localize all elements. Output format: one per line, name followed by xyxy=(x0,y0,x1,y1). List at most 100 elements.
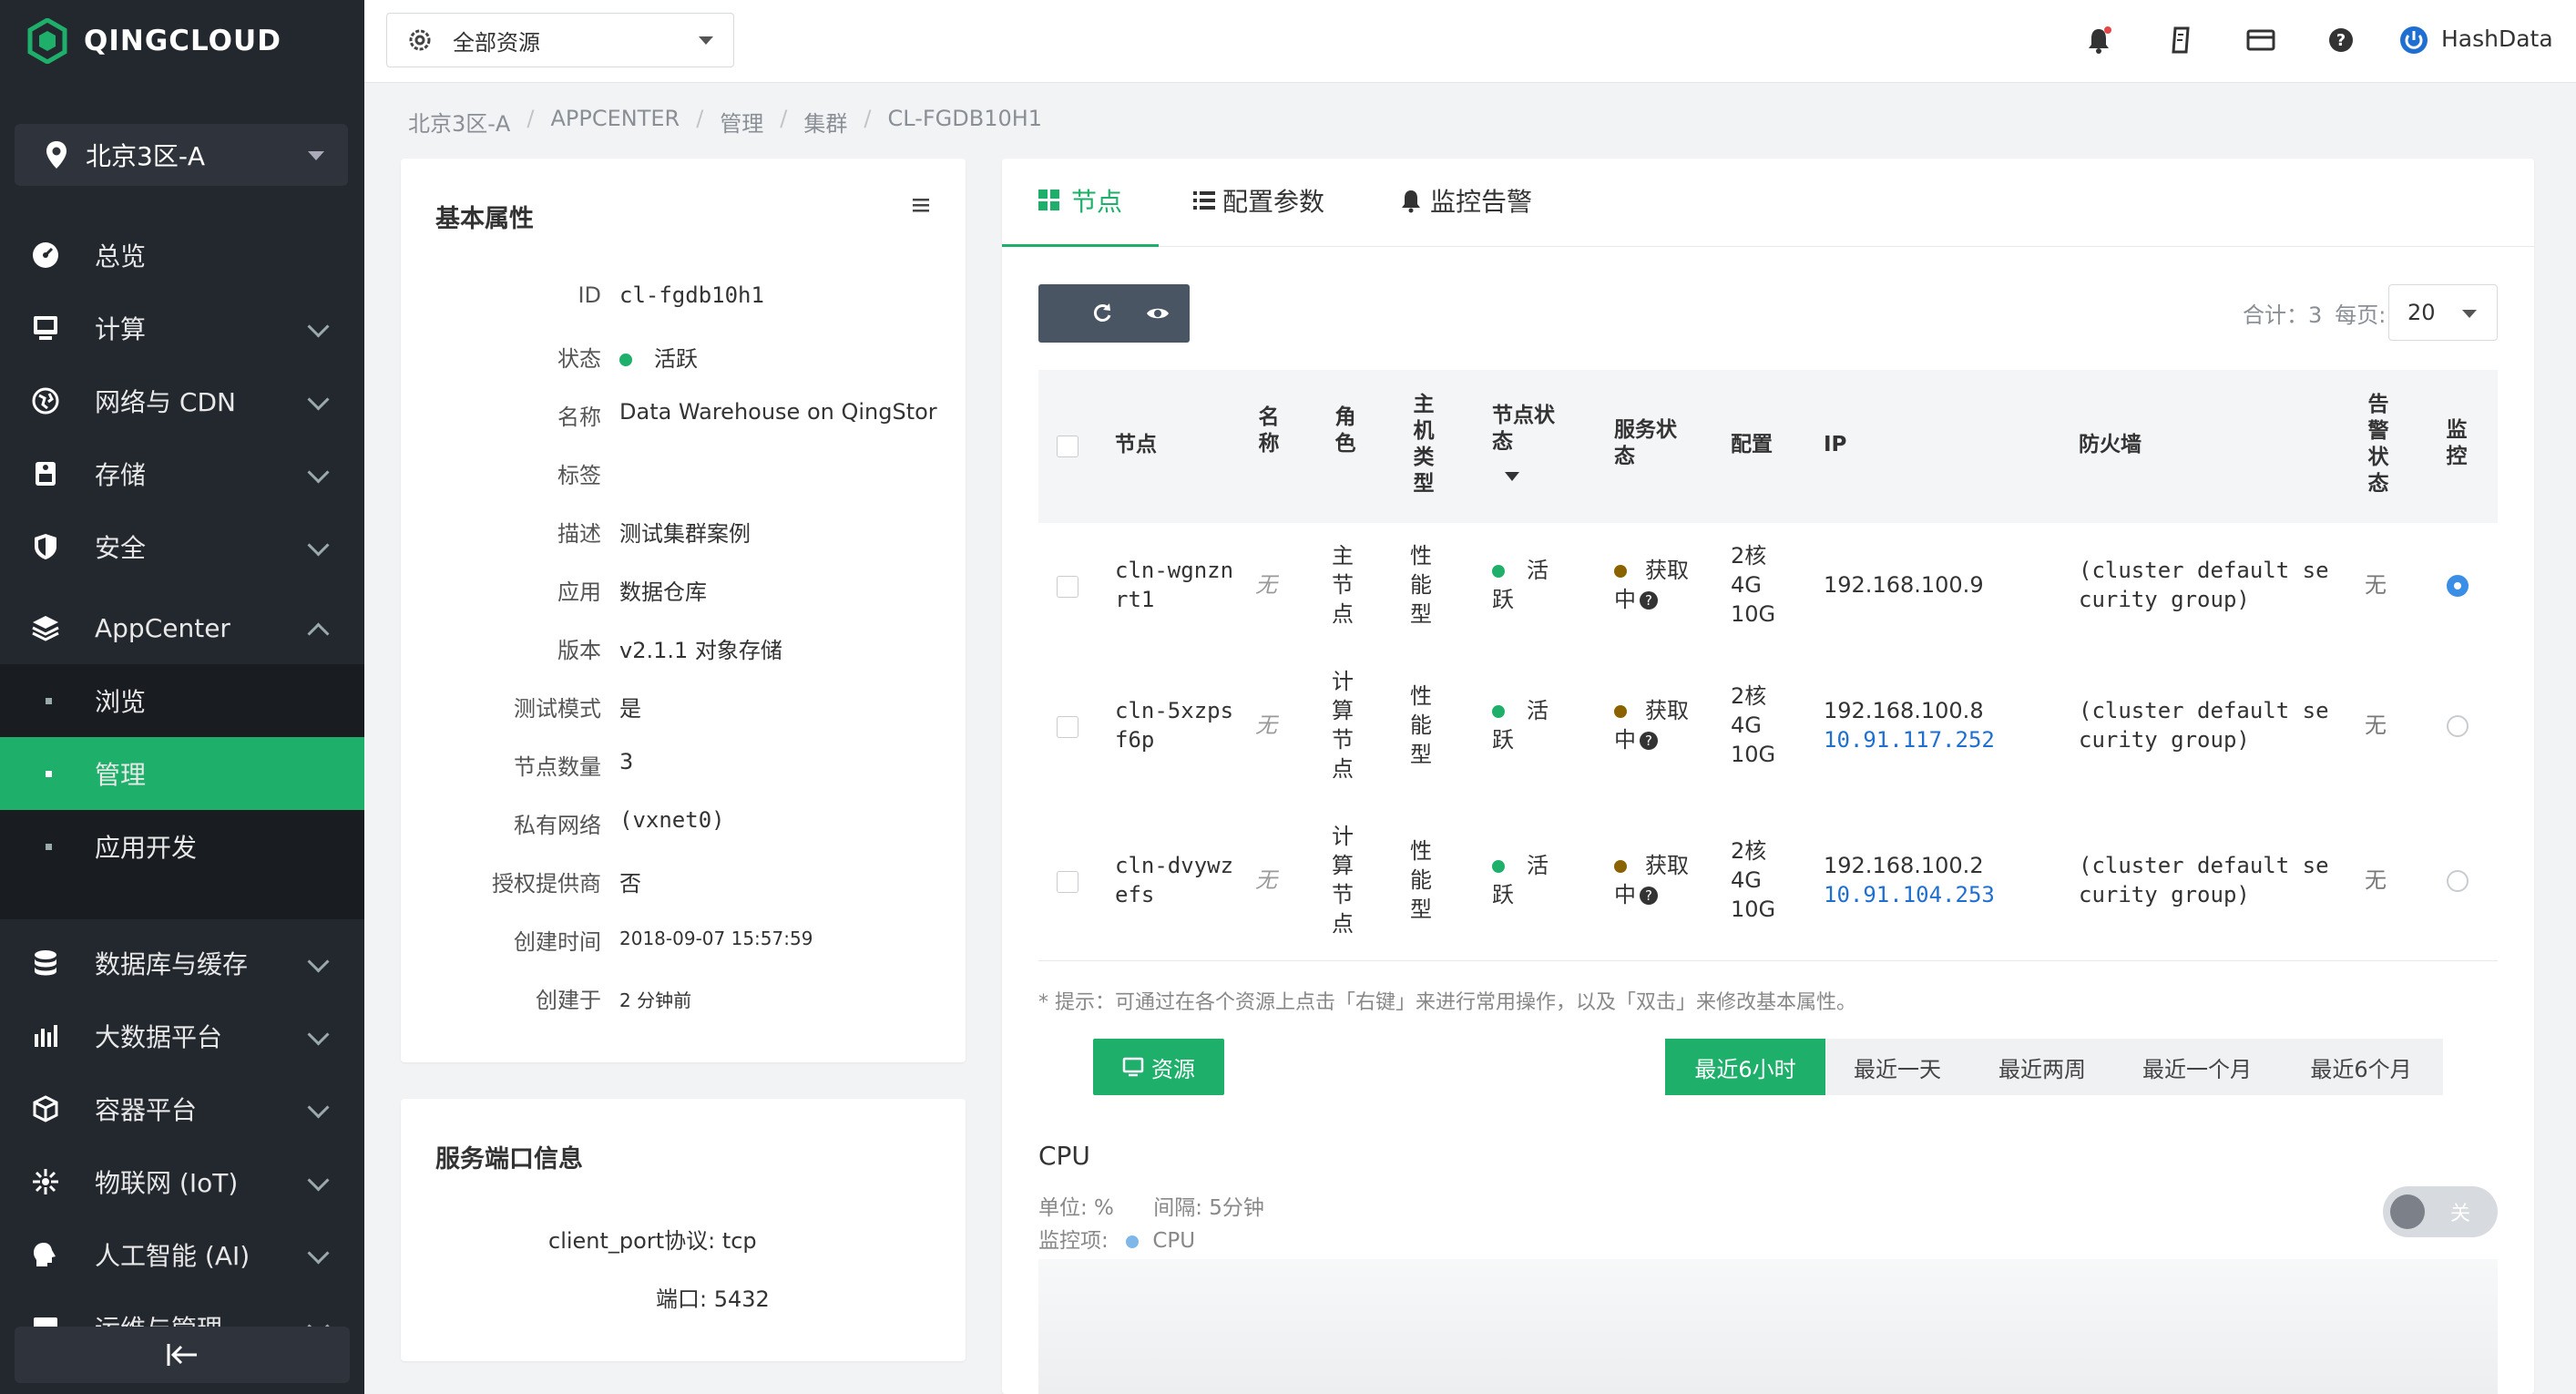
monitor-item-name: CPU xyxy=(1152,1229,1196,1253)
nav-item-overview[interactable]: 总览 xyxy=(0,219,364,292)
breadcrumb-item[interactable]: APPCENTER xyxy=(550,106,680,138)
node-ip: 192.168.100.8 10.91.117.252 xyxy=(1824,696,1995,754)
help-icon[interactable]: ? xyxy=(1640,732,1658,750)
nav-item-ai[interactable]: 人工智能 (AI) xyxy=(0,1218,364,1291)
nav-item-security[interactable]: 安全 xyxy=(0,510,364,583)
collapse-sidebar-button[interactable] xyxy=(15,1327,350,1383)
range-6h[interactable]: 最近6小时 xyxy=(1665,1039,1825,1095)
bell-icon[interactable] xyxy=(2082,24,2115,56)
toggle-label: 关 xyxy=(2450,1203,2471,1225)
node-id[interactable]: cln-dvywzefs xyxy=(1115,851,1242,909)
col-node[interactable]: 节点 xyxy=(1115,432,1157,458)
firewall-link[interactable]: (cluster default security group) xyxy=(2079,851,2334,909)
sort-down-icon[interactable] xyxy=(1505,472,1519,481)
help-icon[interactable]: ? xyxy=(1640,591,1658,610)
subnav-item-browse[interactable]: 浏览 xyxy=(0,664,364,737)
col-node-status[interactable]: 节点状态 xyxy=(1492,403,1559,456)
basic-properties-card: 基本属性 ID cl-fgdb10h1 状态 活跃 名称 Data Wareho… xyxy=(401,159,966,1062)
menu-icon[interactable] xyxy=(911,197,931,213)
col-alert-status[interactable]: 告警状态 xyxy=(2365,392,2392,497)
table-header: 节点 名称 角色 主机类型 节点状态 服务状态 配置 IP 防火墙 告警状态 监… xyxy=(1038,370,2498,523)
iot-icon xyxy=(33,1169,58,1194)
table-row[interactable]: cln-dvywzefs 无 计算节点 性能型 活跃 获取中? 2核 4G 10G … xyxy=(1038,805,2498,961)
range-6m[interactable]: 最近6个月 xyxy=(2279,1039,2443,1095)
view-button[interactable] xyxy=(1126,284,1190,343)
zone-selector[interactable]: 北京3区-A xyxy=(15,124,348,186)
col-firewall[interactable]: 防火墙 xyxy=(2079,432,2142,458)
nav-item-storage[interactable]: 存储 xyxy=(0,437,364,510)
firewall-link[interactable]: (cluster default security group) xyxy=(2079,696,2334,754)
tab-config[interactable]: 配置参数 xyxy=(1191,182,1324,219)
config-disk: 10G xyxy=(1731,897,1776,922)
row-checkbox[interactable] xyxy=(1057,716,1078,738)
time-range-selector: 最近6小时 最近一天 最近两周 最近一个月 最近6个月 xyxy=(1665,1039,2443,1095)
brand-logo[interactable]: QINGCLOUD xyxy=(27,18,281,64)
select-all-checkbox[interactable] xyxy=(1057,436,1078,457)
col-monitor[interactable]: 监控 xyxy=(2443,417,2470,470)
prop-key: ID xyxy=(578,282,601,308)
bell-icon xyxy=(1402,190,1420,213)
col-name[interactable]: 名称 xyxy=(1255,405,1283,457)
monitor-radio[interactable] xyxy=(2447,715,2469,737)
nav-item-compute[interactable]: 计算 xyxy=(0,292,364,364)
prop-value[interactable]: cl-fgdb10h1 xyxy=(619,282,764,308)
bar-chart-icon xyxy=(35,1025,57,1047)
breadcrumb-item[interactable]: 集群 xyxy=(803,106,847,138)
prop-value[interactable]: (vxnet0) xyxy=(619,807,725,833)
breadcrumb-item[interactable]: 管理 xyxy=(720,106,763,138)
table-row[interactable]: cln-5xzpsf6p 无 计算节点 性能型 活跃 获取中? 2核 4G 10G … xyxy=(1038,649,2498,806)
monitor-toggle[interactable]: 关 xyxy=(2383,1186,2498,1237)
node-status: 活跃 xyxy=(1492,851,1574,909)
col-role[interactable]: 角色 xyxy=(1332,405,1359,457)
service-status: 获取中? xyxy=(1614,696,1696,754)
node-id[interactable]: cln-5xzpsf6p xyxy=(1115,696,1242,754)
billing-card-icon[interactable] xyxy=(2244,24,2277,56)
nav-item-iot[interactable]: 物联网 (IoT) xyxy=(0,1145,364,1218)
breadcrumb-item[interactable]: 北京3区-A xyxy=(408,106,510,138)
col-service-status[interactable]: 服务状态 xyxy=(1614,417,1683,470)
help-icon[interactable]: ? xyxy=(1640,887,1658,905)
monitor-radio[interactable] xyxy=(2447,870,2469,892)
ticket-icon[interactable] xyxy=(2164,24,2197,56)
node-config: 2核 4G 10G xyxy=(1731,541,1775,629)
monitor-radio[interactable] xyxy=(2447,575,2469,597)
col-ip[interactable]: IP xyxy=(1824,432,1846,458)
node-role: 计算节点 xyxy=(1332,669,1354,782)
resource-selector[interactable]: 全部资源 xyxy=(386,13,734,67)
tab-nodes[interactable]: 节点 xyxy=(1037,182,1122,219)
prop-row-id: ID cl-fgdb10h1 xyxy=(401,282,966,319)
dashboard-icon xyxy=(33,242,58,268)
power-icon[interactable] xyxy=(2397,24,2430,56)
public-ip[interactable]: 10.91.104.253 xyxy=(1824,880,1995,909)
public-ip[interactable]: 10.91.117.252 xyxy=(1824,725,1995,754)
nav-item-database[interactable]: 数据库与缓存 xyxy=(0,927,364,999)
user-name[interactable]: HashData xyxy=(2441,26,2553,52)
nav-item-bigdata[interactable]: 大数据平台 xyxy=(0,999,364,1072)
prop-row-tags: 标签 xyxy=(401,457,966,494)
range-2w[interactable]: 最近两周 xyxy=(1969,1039,2115,1095)
zone-label: 北京3区-A xyxy=(86,141,206,171)
row-checkbox[interactable] xyxy=(1057,576,1078,598)
per-page-select[interactable]: 20 xyxy=(2388,284,2498,341)
nav-item-appcenter[interactable]: AppCenter xyxy=(0,591,364,664)
nav-item-container[interactable]: 容器平台 xyxy=(0,1072,364,1145)
resource-button[interactable]: 资源 xyxy=(1093,1039,1224,1095)
col-host-type[interactable]: 主机类型 xyxy=(1410,392,1437,497)
row-checkbox[interactable] xyxy=(1057,871,1078,893)
range-1m[interactable]: 最近一个月 xyxy=(2115,1039,2279,1095)
prop-key: 节点数量 xyxy=(514,754,601,780)
table-row[interactable]: cln-wgnznrt1 无 主节点 性能型 活跃 获取中? 2核 4G 10G 1… xyxy=(1038,523,2498,650)
nav-item-label: 网络与 CDN xyxy=(95,387,236,417)
subnav-item-app-dev[interactable]: 应用开发 xyxy=(0,810,364,883)
tab-label: 配置参数 xyxy=(1222,187,1325,217)
range-1d[interactable]: 最近一天 xyxy=(1825,1039,1969,1095)
nav-item-network[interactable]: 网络与 CDN xyxy=(0,364,364,437)
tab-monitoring[interactable]: 监控告警 xyxy=(1399,182,1532,219)
firewall-link[interactable]: (cluster default security group) xyxy=(2079,556,2334,614)
prop-value[interactable]: 数据仓库 xyxy=(619,574,707,606)
col-config[interactable]: 配置 xyxy=(1731,432,1773,458)
help-icon[interactable]: ? xyxy=(2325,24,2357,56)
node-id[interactable]: cln-wgnznrt1 xyxy=(1115,556,1242,614)
subnav-item-manage[interactable]: 管理 xyxy=(0,737,364,810)
nav-item-label: 容器平台 xyxy=(95,1095,198,1125)
